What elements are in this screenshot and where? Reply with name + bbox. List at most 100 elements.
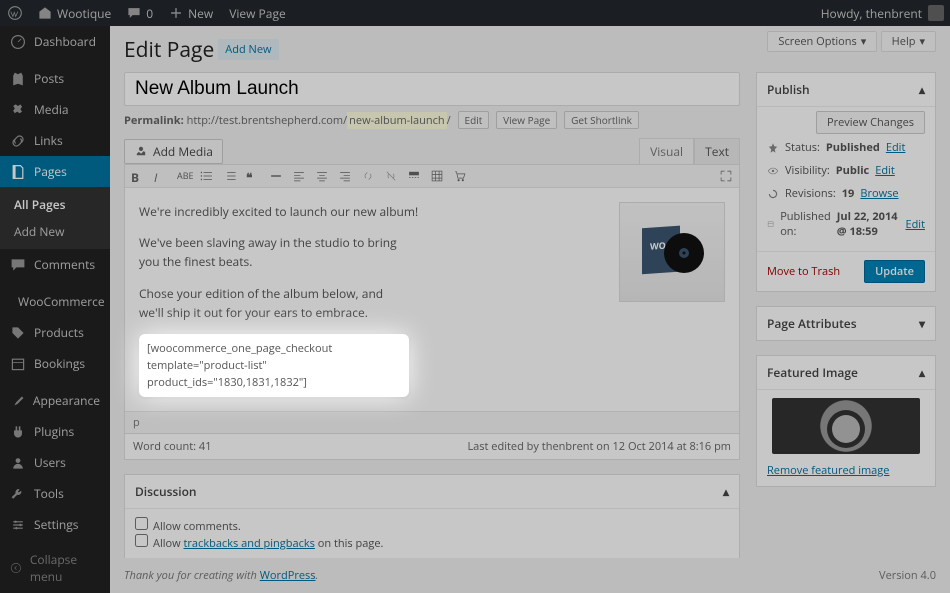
edit-visibility-link[interactable]: Edit <box>875 163 895 178</box>
align-right-icon[interactable] <box>338 169 352 183</box>
featured-image-header[interactable]: Featured Image▴ <box>757 356 935 390</box>
trackbacks-link[interactable]: trackbacks and pingbacks <box>184 536 315 551</box>
version-text: Version 4.0 <box>879 568 936 583</box>
new-content[interactable]: New <box>161 0 221 26</box>
editor-path: p <box>125 411 739 433</box>
menu-media[interactable]: Media <box>0 94 110 125</box>
help-button[interactable]: Help ▾ <box>881 31 936 52</box>
wp-logo[interactable] <box>0 0 30 26</box>
featured-image-face-icon <box>832 415 860 443</box>
edit-status-link[interactable]: Edit <box>886 140 906 155</box>
editor-footer: Word count: 41 Last edited by thenbrent … <box>124 434 740 460</box>
menu-dashboard[interactable]: Dashboard <box>0 26 110 57</box>
admin-footer: Thank you for creating with WordPress. V… <box>110 558 950 593</box>
admin-bar: Wootique 0 New View Page Howdy, thenbren… <box>0 0 950 26</box>
submenu-add-new[interactable]: Add New <box>0 218 110 245</box>
remove-featured-link[interactable]: Remove featured image <box>767 463 889 478</box>
comments-count[interactable]: 0 <box>119 0 161 26</box>
permalink-view-button[interactable]: View Page <box>496 111 557 129</box>
unlink-icon[interactable] <box>384 169 398 183</box>
quote-icon[interactable]: ❝ <box>246 169 260 183</box>
tab-visual[interactable]: Visual <box>639 138 694 164</box>
preview-button[interactable]: Preview Changes <box>816 111 925 134</box>
more-icon[interactable] <box>407 169 421 183</box>
edit-date-link[interactable]: Edit <box>905 217 925 232</box>
last-edited: Last edited by thenbrent on 12 Oct 2014 … <box>467 439 731 454</box>
pin-icon <box>767 142 779 154</box>
menu-pages[interactable]: Pages <box>0 156 110 187</box>
permalink-row: Permalink: http://test.brentshepherd.com… <box>124 106 740 138</box>
content-area: Screen Options ▾ Help ▾ Edit PageAdd New… <box>110 26 950 593</box>
cart-icon[interactable] <box>453 169 467 183</box>
title-input[interactable] <box>124 72 740 106</box>
site-name-text: Wootique <box>57 5 111 22</box>
chevron-down-icon: ▾ <box>919 34 925 49</box>
eye-icon <box>767 165 779 177</box>
table-icon[interactable] <box>430 169 444 183</box>
page-attributes-panel: Page Attributes▾ <box>756 306 936 341</box>
chevron-down-icon: ▾ <box>919 315 925 332</box>
submenu-pages: All Pages Add New <box>0 187 110 249</box>
menu-woocommerce[interactable]: WooCommerce <box>0 286 110 317</box>
content-p2: We've been slaving away in the studio to… <box>139 233 409 271</box>
site-name[interactable]: Wootique <box>30 0 119 26</box>
align-left-icon[interactable] <box>292 169 306 183</box>
word-count: Word count: 41 <box>133 439 211 454</box>
admin-sidebar: Dashboard Posts Media Links Pages All Pa… <box>0 26 110 593</box>
collapse-menu[interactable]: Collapse menu <box>0 543 110 593</box>
bold-icon[interactable]: B <box>131 169 145 183</box>
hr-icon[interactable] <box>269 169 283 183</box>
editor-toolbar: B I ABE ❝ <box>125 165 739 188</box>
publish-panel: Publish▴ Preview Changes Status: Publish… <box>756 72 936 292</box>
permalink-slug[interactable]: new-album-launch <box>347 112 446 129</box>
add-media-button[interactable]: Add Media <box>124 139 223 164</box>
chevron-up-icon: ▴ <box>919 364 925 381</box>
chevron-up-icon: ▴ <box>723 483 729 500</box>
menu-tools[interactable]: Tools <box>0 478 110 509</box>
chevron-up-icon: ▴ <box>919 81 925 98</box>
page-attributes-header[interactable]: Page Attributes▾ <box>757 307 935 340</box>
menu-posts[interactable]: Posts <box>0 63 110 94</box>
chevron-down-icon: ▾ <box>861 34 867 49</box>
link-icon[interactable] <box>361 169 375 183</box>
content-p3: Chose your edition of the album below, a… <box>139 284 409 322</box>
editor: B I ABE ❝ <box>124 164 740 434</box>
avatar[interactable] <box>928 5 944 21</box>
menu-bookings[interactable]: Bookings <box>0 348 110 379</box>
menu-settings[interactable]: Settings <box>0 509 110 540</box>
submenu-all-pages[interactable]: All Pages <box>0 191 110 218</box>
discussion-header[interactable]: Discussion▴ <box>125 475 739 509</box>
ul-icon[interactable] <box>200 169 214 183</box>
tab-text[interactable]: Text <box>694 138 740 164</box>
screen-options-button[interactable]: Screen Options ▾ <box>767 31 877 52</box>
menu-comments[interactable]: Comments <box>0 249 110 280</box>
view-page-link[interactable]: View Page <box>221 0 293 26</box>
shortcode-text: [woocommerce_one_page_checkout template=… <box>139 334 409 397</box>
trash-link[interactable]: Move to Trash <box>767 264 840 279</box>
align-center-icon[interactable] <box>315 169 329 183</box>
update-button[interactable]: Update <box>864 260 925 283</box>
publish-header[interactable]: Publish▴ <box>757 73 935 107</box>
ol-icon[interactable] <box>223 169 237 183</box>
wordpress-link[interactable]: WordPress <box>260 568 316 583</box>
editor-canvas[interactable]: WOO We're incredibly excited to launch o… <box>125 188 739 411</box>
featured-image-panel: Featured Image▴ Remove featured image <box>756 355 936 487</box>
permalink-edit-button[interactable]: Edit <box>458 111 490 129</box>
allow-pings-checkbox[interactable] <box>135 534 148 547</box>
allow-comments-checkbox[interactable] <box>135 517 148 530</box>
menu-appearance[interactable]: Appearance <box>0 385 110 416</box>
discussion-panel: Discussion▴ Allow comments. Allow trackb… <box>124 474 740 560</box>
album-image[interactable]: WOO <box>619 202 725 302</box>
menu-links[interactable]: Links <box>0 125 110 156</box>
menu-products[interactable]: Products <box>0 317 110 348</box>
calendar-icon <box>767 218 774 230</box>
howdy-text[interactable]: Howdy, thenbrent <box>821 5 922 22</box>
italic-icon[interactable]: I <box>154 169 168 183</box>
menu-plugins[interactable]: Plugins <box>0 416 110 447</box>
permalink-shortlink-button[interactable]: Get Shortlink <box>564 111 639 129</box>
browse-revisions-link[interactable]: Browse <box>860 186 898 201</box>
add-new-button[interactable]: Add New <box>218 39 278 60</box>
fullscreen-icon[interactable] <box>719 169 733 183</box>
menu-users[interactable]: Users <box>0 447 110 478</box>
strike-icon[interactable]: ABE <box>177 169 191 183</box>
